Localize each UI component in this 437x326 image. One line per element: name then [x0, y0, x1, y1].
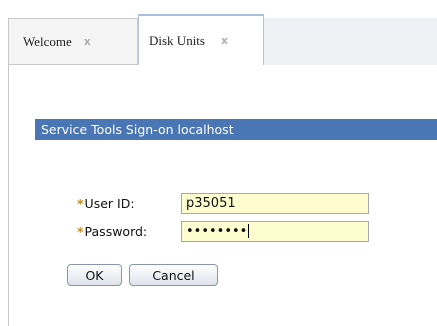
close-icon[interactable]: x [221, 34, 228, 47]
cancel-button[interactable]: Cancel [129, 264, 218, 286]
required-marker: * [77, 195, 84, 211]
password-value: •••••••• [186, 223, 248, 239]
required-marker: * [77, 223, 84, 239]
tab-disk-units[interactable]: Disk Units x [138, 14, 264, 65]
password-label-text: Password: [84, 223, 148, 239]
text-caret [248, 224, 250, 238]
user-id-label: *User ID: [77, 196, 181, 211]
close-icon[interactable]: x [84, 35, 91, 48]
user-id-label-text: User ID: [84, 195, 135, 211]
password-row: *Password: •••••••• [77, 219, 369, 243]
button-row: OK Cancel [67, 264, 225, 286]
window: Welcome x Disk Units x Service Tools Sig… [0, 0, 437, 326]
dialog-title: Service Tools Sign-on localhost [35, 119, 437, 140]
user-id-row: *User ID: p35051 [77, 191, 369, 215]
user-id-input[interactable]: p35051 [181, 192, 369, 214]
password-label: *Password: [77, 224, 181, 239]
password-input[interactable]: •••••••• [181, 220, 369, 242]
tab-welcome-label: Welcome [23, 33, 72, 49]
tab-disk-units-label: Disk Units [149, 32, 205, 48]
tab-welcome[interactable]: Welcome x [8, 18, 138, 65]
user-id-value: p35051 [186, 195, 236, 211]
content-border [8, 65, 9, 326]
ok-button[interactable]: OK [67, 264, 122, 286]
sign-on-dialog: Service Tools Sign-on localhost *User ID… [35, 119, 437, 299]
